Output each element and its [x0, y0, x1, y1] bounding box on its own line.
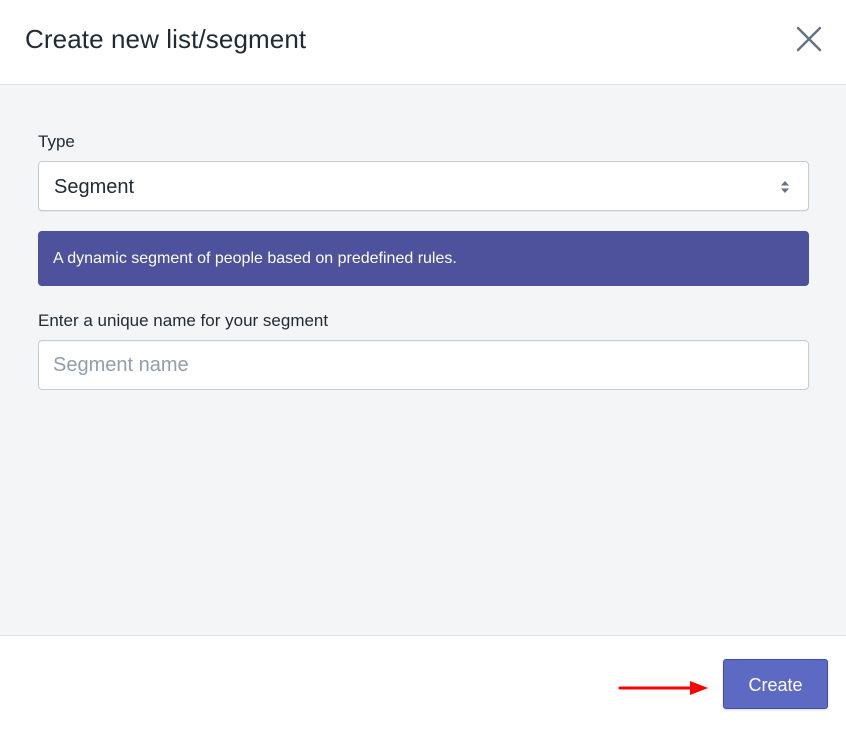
create-button[interactable]: Create	[723, 659, 828, 709]
type-label: Type	[38, 132, 75, 151]
create-list-dialog: Create new list/segment Type Segment A d…	[0, 0, 846, 730]
type-select[interactable]: Segment	[38, 161, 809, 211]
segment-name-input[interactable]	[38, 340, 809, 390]
type-select-value: Segment	[54, 176, 135, 198]
dialog-body: Type Segment A dynamic segment of people…	[0, 85, 846, 636]
close-button[interactable]	[792, 22, 826, 56]
dialog-footer: Create	[0, 636, 846, 730]
red-arrow-icon	[618, 681, 708, 695]
segment-info-text: A dynamic segment of people based on pre…	[53, 250, 457, 267]
select-arrows-icon	[781, 181, 789, 193]
segment-info-banner: A dynamic segment of people based on pre…	[38, 231, 809, 286]
segment-name-label: Enter a unique name for your segment	[38, 311, 329, 330]
close-icon	[796, 26, 822, 52]
dialog-header: Create new list/segment	[0, 0, 846, 85]
dialog-title: Create new list/segment	[25, 24, 307, 54]
